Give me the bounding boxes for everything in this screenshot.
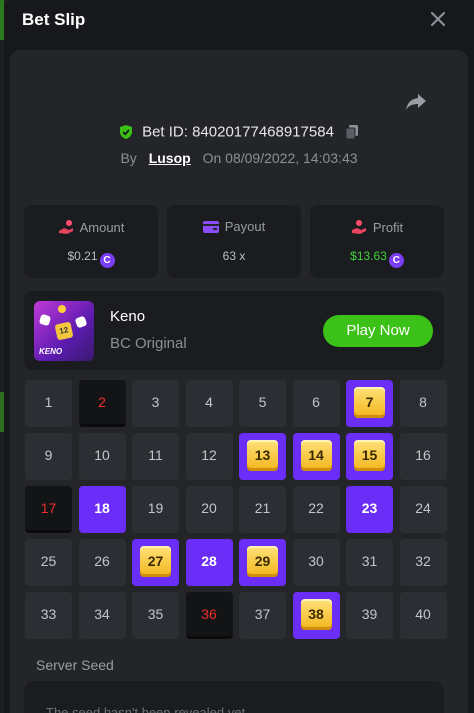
keno-cell[interactable]: 40 xyxy=(399,592,447,639)
thumb-die xyxy=(38,313,52,327)
bet-slip-modal: Bet Slip Bet ID: 84020177468917584 By Lu… xyxy=(4,0,474,713)
payout-label: Payout xyxy=(224,219,266,234)
on-label: On xyxy=(202,150,222,166)
server-seed-text: The seed hasn't been revealed yet xyxy=(46,705,246,713)
by-label: By xyxy=(120,150,137,166)
keno-cell[interactable]: 33 xyxy=(25,592,72,639)
keno-hit-gem: 13 xyxy=(247,440,278,471)
keno-cell[interactable]: 11 xyxy=(132,433,179,480)
user-link[interactable]: Lusop xyxy=(149,150,191,166)
shield-check-icon xyxy=(119,125,132,140)
currency-coin-icon: C xyxy=(388,253,404,268)
keno-cell[interactable]: 25 xyxy=(25,539,72,586)
keno-cell[interactable]: 5 xyxy=(239,380,286,427)
profit-label-row: Profit xyxy=(310,219,444,235)
keno-cell[interactable]: 24 xyxy=(399,486,447,533)
keno-cell[interactable]: 14 xyxy=(292,433,340,480)
profit-value: $13.63 xyxy=(350,249,387,263)
keno-hit-gem: 15 xyxy=(354,440,385,471)
keno-cell[interactable]: 31 xyxy=(346,539,393,586)
game-subtitle: BC Original xyxy=(110,335,187,352)
keno-cell[interactable]: 35 xyxy=(132,592,179,639)
keno-hit-gem: 29 xyxy=(247,546,278,577)
thumb-star xyxy=(58,305,66,313)
copy-icon[interactable] xyxy=(344,124,360,140)
thumb-logo-text: KENO xyxy=(39,347,63,356)
modal-header: Bet Slip xyxy=(4,0,474,44)
keno-cell[interactable]: 15 xyxy=(346,433,393,480)
amount-label-row: Amount xyxy=(24,219,158,235)
keno-hit-gem: 27 xyxy=(140,546,171,577)
server-seed-box: The seed hasn't been revealed yet xyxy=(24,681,444,713)
hand-coins-icon xyxy=(58,220,73,234)
keno-cell[interactable]: 29 xyxy=(239,539,286,586)
keno-cell[interactable]: 20 xyxy=(185,486,233,533)
keno-cell[interactable]: 9 xyxy=(25,433,72,480)
thumb-die: 12 xyxy=(54,321,74,341)
keno-thumbnail[interactable]: 12 KENO xyxy=(34,301,94,361)
share-icon[interactable] xyxy=(405,93,427,111)
payout-value: 63 x xyxy=(222,249,246,263)
keno-cell[interactable]: 3 xyxy=(132,380,179,427)
bet-id-row: Bet ID: 84020177468917584 xyxy=(10,123,468,141)
amount-card: Amount $0.21 C xyxy=(24,205,158,278)
keno-hit-gem: 38 xyxy=(300,599,332,630)
play-now-button[interactable]: Play Now xyxy=(323,315,433,347)
keno-cell[interactable]: 34 xyxy=(78,592,126,639)
payout-label-row: Payout xyxy=(167,219,301,234)
keno-cell[interactable]: 13 xyxy=(239,433,286,480)
keno-cell[interactable]: 6 xyxy=(292,380,340,427)
keno-cell[interactable]: 28 xyxy=(185,539,233,586)
server-seed-label: Server Seed xyxy=(36,657,114,673)
keno-cell[interactable]: 23 xyxy=(346,486,393,533)
keno-cell[interactable]: 26 xyxy=(78,539,126,586)
bet-details-panel: Bet ID: 84020177468917584 By Lusop On 08… xyxy=(10,50,468,713)
game-card: 12 KENO Keno BC Original Play Now xyxy=(24,291,444,370)
keno-cell[interactable]: 16 xyxy=(399,433,447,480)
keno-cell[interactable]: 21 xyxy=(239,486,286,533)
close-icon[interactable] xyxy=(429,10,447,28)
keno-cell[interactable]: 30 xyxy=(292,539,340,586)
keno-cell[interactable]: 32 xyxy=(399,539,447,586)
currency-coin-icon: C xyxy=(99,253,115,268)
stats-row: Amount $0.21 C Payout 63 x Profit $13.63… xyxy=(24,205,444,278)
keno-cell[interactable]: 39 xyxy=(346,592,393,639)
keno-cell[interactable]: 12 xyxy=(185,433,233,480)
keno-cell[interactable]: 8 xyxy=(399,380,447,427)
game-name: Keno xyxy=(110,308,146,325)
keno-cell[interactable]: 4 xyxy=(185,380,233,427)
keno-cell[interactable]: 37 xyxy=(239,592,286,639)
keno-cell[interactable]: 18 xyxy=(78,486,126,533)
keno-cell[interactable]: 2 xyxy=(78,380,126,427)
card-icon xyxy=(202,221,219,233)
keno-cell[interactable]: 17 xyxy=(25,486,72,533)
modal-title: Bet Slip xyxy=(22,10,86,29)
keno-cell[interactable]: 22 xyxy=(292,486,340,533)
keno-cell[interactable]: 1 xyxy=(25,380,72,427)
bet-id: Bet ID: 84020177468917584 xyxy=(142,123,334,141)
profit-value-row: $13.63 C xyxy=(310,249,444,268)
amount-value-row: $0.21 C xyxy=(24,249,158,268)
bet-meta-row: By Lusop On 08/09/2022, 14:03:43 xyxy=(10,150,468,166)
profit-hand-icon xyxy=(351,220,366,234)
keno-cell[interactable]: 10 xyxy=(78,433,126,480)
keno-cell[interactable]: 27 xyxy=(132,539,179,586)
keno-number-grid: 1 2 3 4 5 6 7 8 9 10 11 12 13 14 15 16 17 18 19 20 21 22 23 24 2… xyxy=(25,380,453,640)
profit-label: Profit xyxy=(372,220,404,235)
profit-card: Profit $13.63 C xyxy=(310,205,444,278)
amount-label: Amount xyxy=(79,220,125,235)
bet-datetime: 08/09/2022, 14:03:43 xyxy=(225,150,358,166)
keno-hit-gem: 14 xyxy=(300,440,332,471)
keno-hit-gem: 7 xyxy=(354,387,385,418)
payout-card: Payout 63 x xyxy=(167,205,301,278)
keno-cell[interactable]: 19 xyxy=(132,486,179,533)
keno-cell[interactable]: 36 xyxy=(185,592,233,639)
keno-cell[interactable]: 7 xyxy=(346,380,393,427)
amount-value: $0.21 xyxy=(67,249,98,263)
thumb-die xyxy=(74,315,88,329)
keno-cell[interactable]: 38 xyxy=(292,592,340,639)
